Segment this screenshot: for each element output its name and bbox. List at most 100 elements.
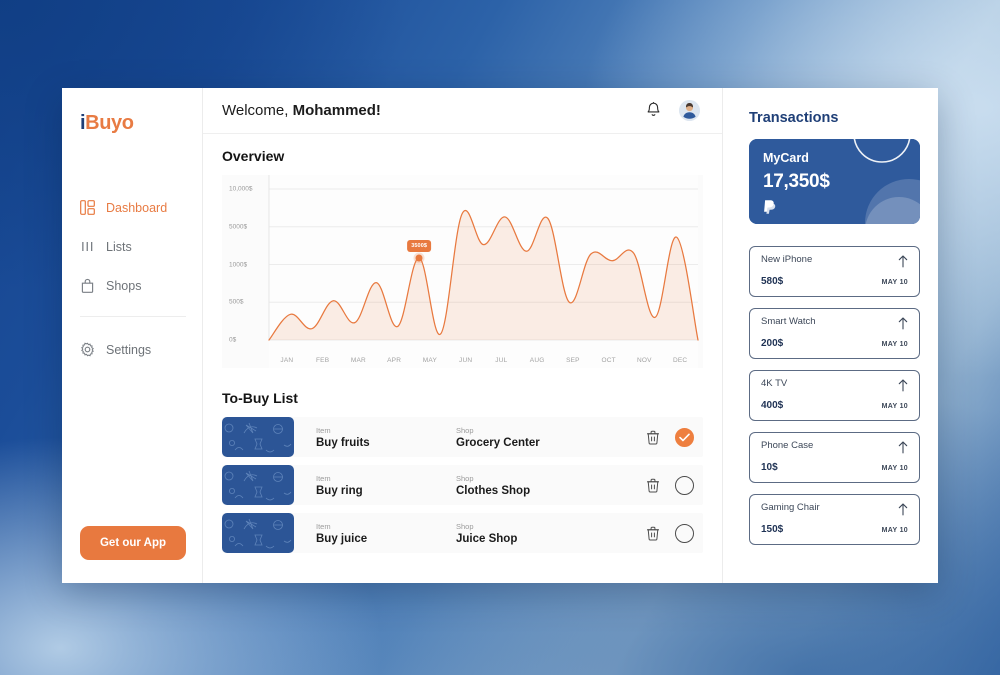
- delete-icon[interactable]: [646, 478, 660, 493]
- shop-column-label: Shop: [456, 473, 474, 483]
- delete-icon[interactable]: [646, 526, 660, 541]
- sidebar-divider: [80, 316, 186, 317]
- paypal-icon: [763, 199, 777, 215]
- transaction-date: MAY 10: [881, 403, 908, 410]
- shop-name: Juice Shop: [456, 532, 518, 545]
- tobuy-row[interactable]: Item Buy juice Shop Juice Shop: [222, 513, 703, 553]
- arrow-up-icon: [898, 255, 908, 268]
- page-title: Welcome, Mohammed!: [222, 102, 381, 119]
- transaction-amount: 400$: [761, 400, 784, 411]
- sidebar-item-shops[interactable]: Shops: [80, 269, 202, 302]
- item-column-label: Item: [316, 425, 331, 435]
- shop-cell: Shop Clothes Shop: [434, 474, 594, 497]
- transaction-date: MAY 10: [881, 279, 908, 286]
- chart-x-tick: APR: [387, 357, 402, 364]
- shop-name: Clothes Shop: [456, 484, 531, 497]
- chart-x-tick: MAR: [350, 357, 366, 364]
- transaction-item[interactable]: 4K TV 400$ MAY 10: [749, 370, 920, 421]
- transaction-name: New iPhone: [761, 254, 813, 265]
- transaction-amount: 580$: [761, 276, 784, 287]
- tobuy-title: To-Buy List: [222, 390, 298, 406]
- card-amount: 17,350$: [763, 171, 830, 192]
- chart-y-tick: 10,000$: [229, 185, 253, 193]
- transaction-date: MAY 10: [881, 465, 908, 472]
- sidebar-item-label: Settings: [106, 342, 152, 357]
- chart-y-tick: 1000$: [229, 261, 248, 268]
- chart-canvas: [268, 175, 699, 368]
- chart-y-tick: 500$: [229, 298, 244, 306]
- arrow-up-icon: [898, 503, 908, 516]
- chart-x-tick: SEP: [566, 357, 580, 364]
- transaction-item[interactable]: New iPhone 580$ MAY 10: [749, 246, 920, 297]
- tobuy-list: Item Buy fruits Shop Grocery Center Item…: [222, 417, 703, 553]
- tobuy-row[interactable]: Item Buy ring Shop Clothes Shop: [222, 465, 703, 505]
- transaction-date: MAY 10: [881, 341, 908, 348]
- chart-x-tick: NOV: [637, 357, 652, 364]
- greeting-name: Mohammed!: [292, 102, 381, 119]
- chart-y-tick: 0$: [229, 336, 237, 344]
- chart-x-tick: JAN: [280, 357, 294, 364]
- item-cell: Item Buy juice: [294, 522, 434, 545]
- item-column-label: Item: [316, 473, 331, 483]
- arrow-up-icon: [898, 379, 908, 392]
- transactions-list: New iPhone 580$ MAY 10 Smart Watch 200$ …: [749, 246, 920, 545]
- top-bar: Welcome, Mohammed!: [203, 88, 722, 134]
- chart-x-tick: JUL: [495, 357, 508, 364]
- shop-name: Grocery Center: [456, 436, 540, 449]
- sidebar-nav: Dashboard Lists Shops Settings: [62, 191, 202, 366]
- transaction-amount: 10$: [761, 462, 778, 473]
- shop-column-label: Shop: [456, 521, 474, 531]
- sidebar: iBuyo Dashboard Lists Shops Settings Get…: [62, 88, 203, 583]
- chart-x-tick: AUG: [529, 357, 545, 364]
- chart-y-tick: 5000$: [229, 223, 248, 231]
- sidebar-item-dashboard[interactable]: Dashboard: [80, 191, 202, 224]
- item-cell: Item Buy fruits: [294, 426, 434, 449]
- center-body: Overview 10,000$ 5000$ 1000$ 500$ 0$ JAN FEB M…: [203, 134, 722, 561]
- sidebar-item-lists[interactable]: Lists: [80, 230, 202, 263]
- complete-toggle[interactable]: [675, 523, 694, 543]
- arrow-up-icon: [898, 317, 908, 330]
- notification-bell-icon[interactable]: [644, 101, 663, 120]
- transaction-amount: 200$: [761, 338, 784, 349]
- tobuy-row[interactable]: Item Buy fruits Shop Grocery Center: [222, 417, 703, 457]
- item-name: Buy juice: [316, 532, 368, 545]
- item-thumbnail: [222, 513, 294, 553]
- item-thumbnail: [222, 465, 294, 505]
- transaction-item[interactable]: Gaming Chair 150$ MAY 10: [749, 494, 920, 545]
- dashboard-icon: [80, 200, 95, 215]
- transaction-name: 4K TV: [761, 378, 788, 389]
- complete-toggle[interactable]: [675, 427, 694, 447]
- sidebar-item-label: Dashboard: [106, 200, 168, 215]
- overview-chart[interactable]: 10,000$ 5000$ 1000$ 500$ 0$ JAN FEB MAR APR MAY J…: [222, 175, 703, 368]
- transaction-item[interactable]: Smart Watch 200$ MAY 10: [749, 308, 920, 359]
- sidebar-item-settings[interactable]: Settings: [80, 333, 202, 366]
- gear-icon: [80, 342, 95, 357]
- shopping-bag-icon: [80, 278, 95, 293]
- transactions-title: Transactions: [749, 110, 839, 126]
- mycard-balance-card[interactable]: MyCard 17,350$: [749, 139, 920, 224]
- delete-icon[interactable]: [646, 430, 660, 445]
- logo-word-buyo: Buyo: [85, 112, 134, 134]
- app-logo[interactable]: iBuyo: [62, 112, 202, 135]
- sidebar-item-label: Shops: [106, 278, 142, 293]
- arrow-up-icon: [898, 441, 908, 454]
- card-name: MyCard: [763, 151, 809, 165]
- get-our-app-button[interactable]: Get our App: [80, 526, 186, 560]
- shop-column-label: Shop: [456, 425, 474, 435]
- chart-x-tick: MAY: [422, 357, 437, 364]
- greeting-prefix: Welcome,: [222, 102, 293, 119]
- item-column-label: Item: [316, 521, 331, 531]
- list-icon: [80, 239, 95, 254]
- chart-tooltip-point: [415, 254, 423, 262]
- chart-x-tick: OCT: [601, 357, 616, 364]
- transactions-panel: Transactions MyCard 17,350$ New iPhone 5…: [723, 88, 938, 583]
- item-thumbnail: [222, 417, 294, 457]
- chart-x-tick: JUN: [459, 357, 473, 364]
- item-cell: Item Buy ring: [294, 474, 434, 497]
- transaction-item[interactable]: Phone Case 10$ MAY 10: [749, 432, 920, 483]
- chart-x-tick: DEC: [672, 357, 688, 364]
- user-avatar[interactable]: [679, 100, 700, 121]
- transaction-name: Gaming Chair: [761, 502, 820, 513]
- complete-toggle[interactable]: [675, 475, 694, 495]
- sidebar-item-label: Lists: [106, 239, 132, 254]
